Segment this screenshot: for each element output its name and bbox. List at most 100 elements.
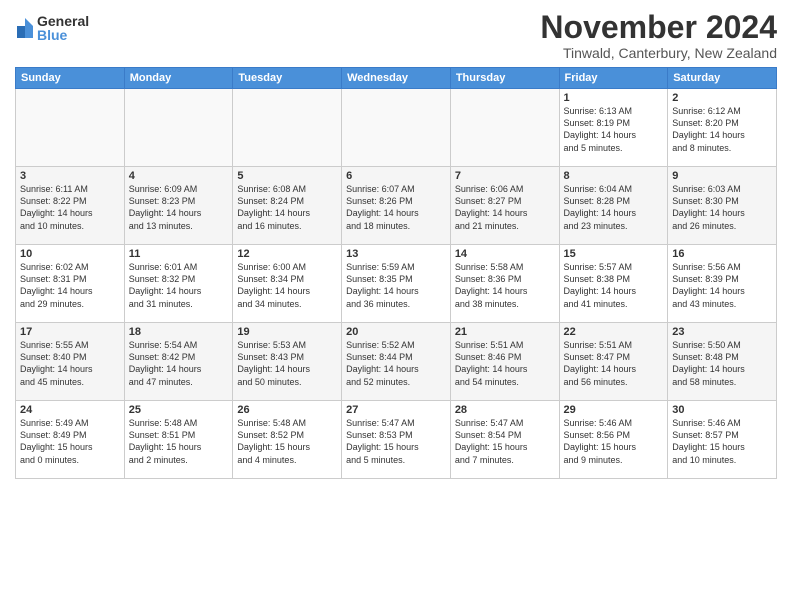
- calendar-cell: 23Sunrise: 5:50 AM Sunset: 8:48 PM Dayli…: [668, 323, 777, 401]
- day-number: 21: [455, 326, 555, 338]
- calendar-cell: 14Sunrise: 5:58 AM Sunset: 8:36 PM Dayli…: [450, 245, 559, 323]
- day-number: 4: [129, 170, 229, 182]
- day-info: Sunrise: 5:51 AM Sunset: 8:46 PM Dayligh…: [455, 339, 555, 388]
- day-number: 17: [20, 326, 120, 338]
- day-info: Sunrise: 6:13 AM Sunset: 8:19 PM Dayligh…: [564, 105, 664, 154]
- day-number: 2: [672, 92, 772, 104]
- day-info: Sunrise: 5:47 AM Sunset: 8:54 PM Dayligh…: [455, 417, 555, 466]
- calendar-cell: 3Sunrise: 6:11 AM Sunset: 8:22 PM Daylig…: [16, 167, 125, 245]
- day-info: Sunrise: 6:04 AM Sunset: 8:28 PM Dayligh…: [564, 183, 664, 232]
- calendar-cell: 30Sunrise: 5:46 AM Sunset: 8:57 PM Dayli…: [668, 401, 777, 479]
- day-number: 14: [455, 248, 555, 260]
- col-tuesday: Tuesday: [233, 68, 342, 89]
- calendar-cell: 1Sunrise: 6:13 AM Sunset: 8:19 PM Daylig…: [559, 89, 668, 167]
- header-row: Sunday Monday Tuesday Wednesday Thursday…: [16, 68, 777, 89]
- calendar-cell: 9Sunrise: 6:03 AM Sunset: 8:30 PM Daylig…: [668, 167, 777, 245]
- logo: General Blue: [15, 14, 89, 42]
- week-row-1: 1Sunrise: 6:13 AM Sunset: 8:19 PM Daylig…: [16, 89, 777, 167]
- col-wednesday: Wednesday: [342, 68, 451, 89]
- calendar-cell: [233, 89, 342, 167]
- calendar-cell: 21Sunrise: 5:51 AM Sunset: 8:46 PM Dayli…: [450, 323, 559, 401]
- calendar-cell: 5Sunrise: 6:08 AM Sunset: 8:24 PM Daylig…: [233, 167, 342, 245]
- logo-general: General: [37, 14, 89, 28]
- col-saturday: Saturday: [668, 68, 777, 89]
- calendar-cell: 15Sunrise: 5:57 AM Sunset: 8:38 PM Dayli…: [559, 245, 668, 323]
- logo-text: General Blue: [37, 14, 89, 42]
- location: Tinwald, Canterbury, New Zealand: [540, 45, 777, 61]
- calendar-cell: 13Sunrise: 5:59 AM Sunset: 8:35 PM Dayli…: [342, 245, 451, 323]
- logo-blue: Blue: [37, 28, 89, 42]
- calendar-cell: 25Sunrise: 5:48 AM Sunset: 8:51 PM Dayli…: [124, 401, 233, 479]
- day-number: 24: [20, 404, 120, 416]
- day-number: 16: [672, 248, 772, 260]
- day-number: 22: [564, 326, 664, 338]
- day-info: Sunrise: 6:07 AM Sunset: 8:26 PM Dayligh…: [346, 183, 446, 232]
- day-number: 29: [564, 404, 664, 416]
- day-info: Sunrise: 5:50 AM Sunset: 8:48 PM Dayligh…: [672, 339, 772, 388]
- calendar-cell: 4Sunrise: 6:09 AM Sunset: 8:23 PM Daylig…: [124, 167, 233, 245]
- day-number: 10: [20, 248, 120, 260]
- day-info: Sunrise: 5:52 AM Sunset: 8:44 PM Dayligh…: [346, 339, 446, 388]
- title-area: November 2024 Tinwald, Canterbury, New Z…: [540, 10, 777, 61]
- day-info: Sunrise: 5:51 AM Sunset: 8:47 PM Dayligh…: [564, 339, 664, 388]
- week-row-3: 10Sunrise: 6:02 AM Sunset: 8:31 PM Dayli…: [16, 245, 777, 323]
- calendar-cell: 22Sunrise: 5:51 AM Sunset: 8:47 PM Dayli…: [559, 323, 668, 401]
- day-info: Sunrise: 5:56 AM Sunset: 8:39 PM Dayligh…: [672, 261, 772, 310]
- calendar-cell: 16Sunrise: 5:56 AM Sunset: 8:39 PM Dayli…: [668, 245, 777, 323]
- day-info: Sunrise: 5:54 AM Sunset: 8:42 PM Dayligh…: [129, 339, 229, 388]
- header: General Blue November 2024 Tinwald, Cant…: [15, 10, 777, 61]
- day-number: 26: [237, 404, 337, 416]
- calendar-cell: [342, 89, 451, 167]
- day-number: 20: [346, 326, 446, 338]
- day-number: 9: [672, 170, 772, 182]
- day-info: Sunrise: 5:58 AM Sunset: 8:36 PM Dayligh…: [455, 261, 555, 310]
- day-number: 13: [346, 248, 446, 260]
- day-number: 30: [672, 404, 772, 416]
- day-info: Sunrise: 6:12 AM Sunset: 8:20 PM Dayligh…: [672, 105, 772, 154]
- day-info: Sunrise: 5:48 AM Sunset: 8:51 PM Dayligh…: [129, 417, 229, 466]
- calendar-cell: 7Sunrise: 6:06 AM Sunset: 8:27 PM Daylig…: [450, 167, 559, 245]
- day-number: 1: [564, 92, 664, 104]
- day-info: Sunrise: 5:59 AM Sunset: 8:35 PM Dayligh…: [346, 261, 446, 310]
- col-thursday: Thursday: [450, 68, 559, 89]
- logo-icon: [15, 16, 35, 40]
- day-info: Sunrise: 6:08 AM Sunset: 8:24 PM Dayligh…: [237, 183, 337, 232]
- calendar-cell: 10Sunrise: 6:02 AM Sunset: 8:31 PM Dayli…: [16, 245, 125, 323]
- calendar-cell: 24Sunrise: 5:49 AM Sunset: 8:49 PM Dayli…: [16, 401, 125, 479]
- day-info: Sunrise: 6:06 AM Sunset: 8:27 PM Dayligh…: [455, 183, 555, 232]
- calendar-cell: 12Sunrise: 6:00 AM Sunset: 8:34 PM Dayli…: [233, 245, 342, 323]
- day-info: Sunrise: 5:46 AM Sunset: 8:57 PM Dayligh…: [672, 417, 772, 466]
- day-number: 18: [129, 326, 229, 338]
- col-friday: Friday: [559, 68, 668, 89]
- day-number: 5: [237, 170, 337, 182]
- day-number: 27: [346, 404, 446, 416]
- day-number: 8: [564, 170, 664, 182]
- day-info: Sunrise: 5:53 AM Sunset: 8:43 PM Dayligh…: [237, 339, 337, 388]
- month-title: November 2024: [540, 10, 777, 45]
- col-sunday: Sunday: [16, 68, 125, 89]
- day-number: 23: [672, 326, 772, 338]
- col-monday: Monday: [124, 68, 233, 89]
- day-info: Sunrise: 6:03 AM Sunset: 8:30 PM Dayligh…: [672, 183, 772, 232]
- calendar-cell: 27Sunrise: 5:47 AM Sunset: 8:53 PM Dayli…: [342, 401, 451, 479]
- calendar-table: Sunday Monday Tuesday Wednesday Thursday…: [15, 67, 777, 479]
- calendar-cell: 19Sunrise: 5:53 AM Sunset: 8:43 PM Dayli…: [233, 323, 342, 401]
- calendar-cell: [450, 89, 559, 167]
- calendar-cell: 17Sunrise: 5:55 AM Sunset: 8:40 PM Dayli…: [16, 323, 125, 401]
- calendar-cell: 11Sunrise: 6:01 AM Sunset: 8:32 PM Dayli…: [124, 245, 233, 323]
- day-number: 11: [129, 248, 229, 260]
- day-number: 3: [20, 170, 120, 182]
- day-info: Sunrise: 5:47 AM Sunset: 8:53 PM Dayligh…: [346, 417, 446, 466]
- calendar-cell: [124, 89, 233, 167]
- day-info: Sunrise: 6:02 AM Sunset: 8:31 PM Dayligh…: [20, 261, 120, 310]
- day-info: Sunrise: 6:01 AM Sunset: 8:32 PM Dayligh…: [129, 261, 229, 310]
- calendar-cell: 8Sunrise: 6:04 AM Sunset: 8:28 PM Daylig…: [559, 167, 668, 245]
- day-number: 15: [564, 248, 664, 260]
- week-row-2: 3Sunrise: 6:11 AM Sunset: 8:22 PM Daylig…: [16, 167, 777, 245]
- week-row-5: 24Sunrise: 5:49 AM Sunset: 8:49 PM Dayli…: [16, 401, 777, 479]
- day-number: 25: [129, 404, 229, 416]
- day-info: Sunrise: 5:55 AM Sunset: 8:40 PM Dayligh…: [20, 339, 120, 388]
- calendar-cell: 18Sunrise: 5:54 AM Sunset: 8:42 PM Dayli…: [124, 323, 233, 401]
- week-row-4: 17Sunrise: 5:55 AM Sunset: 8:40 PM Dayli…: [16, 323, 777, 401]
- day-number: 28: [455, 404, 555, 416]
